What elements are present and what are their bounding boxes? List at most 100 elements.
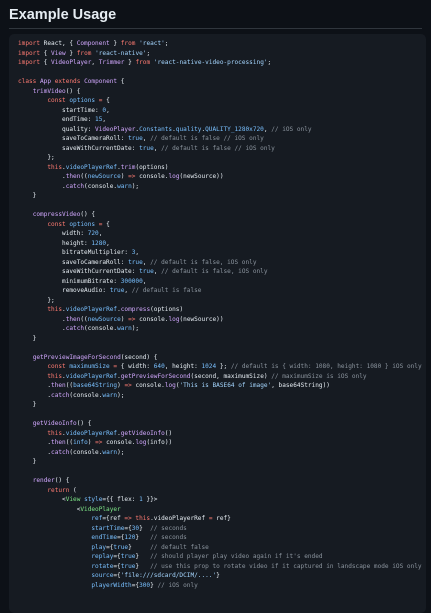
- code-token: // seconds: [150, 524, 187, 532]
- code-token: then: [51, 382, 66, 389]
- code-token: log: [164, 382, 176, 389]
- code-token: , height:: [164, 363, 202, 370]
- code-token: width:: [18, 230, 88, 237]
- code-token: // should player play video again if it'…: [150, 553, 323, 560]
- code-token: .: [18, 382, 52, 389]
- code-line: playerWidth={300} // iOS only: [18, 581, 422, 591]
- code-token: catch: [51, 448, 70, 456]
- code-token: play: [91, 543, 107, 551]
- code-token: ,: [124, 287, 132, 294]
- code-token: import: [18, 59, 41, 66]
- code-line: this.videoPlayerRef.trim(options): [18, 163, 422, 173]
- code-token: () {: [54, 477, 70, 484]
- code-block[interactable]: import React, { Component } from 'react'…: [9, 34, 426, 613]
- code-token: true: [113, 543, 129, 551]
- code-token: .: [18, 182, 66, 190]
- code-line: .catch(console.warn);: [18, 182, 422, 192]
- code-token: }: [135, 534, 151, 541]
- code-token: ((: [80, 315, 88, 323]
- code-line: render() {: [18, 476, 422, 486]
- code-token: ={: [113, 553, 121, 560]
- code-token: ;: [267, 59, 272, 66]
- code-line: };: [18, 153, 422, 163]
- code-token: 720: [87, 230, 99, 237]
- code-token: ((: [65, 439, 74, 446]
- code-token: warn: [117, 325, 132, 332]
- code-line: const maximumSize = { width: 640, height…: [18, 362, 422, 372]
- code-line: import { View } from 'react-native';: [18, 49, 422, 59]
- code-token: quality:: [18, 125, 96, 133]
- code-token: }: [109, 40, 121, 47]
- code-token: (console.: [69, 448, 103, 456]
- code-line: .catch(console.warn);: [18, 391, 422, 401]
- code-token: }: [139, 524, 151, 532]
- code-line: getPreviewImageForSecond(second) {: [18, 353, 422, 363]
- code-token: }: [135, 553, 151, 560]
- section-heading: Example Usage: [0, 0, 431, 34]
- code-token: }: [18, 334, 37, 342]
- code-token: }: [216, 572, 220, 579]
- code-token: 'react': [139, 40, 165, 47]
- code-token: ref}: [212, 515, 231, 522]
- code-token: QUALITY_1280x720: [205, 125, 264, 133]
- code-token: saveToCameraRoll:: [18, 135, 129, 142]
- code-token: 30: [131, 524, 140, 532]
- code-token: (: [69, 486, 77, 494]
- code-line: bitrateMultiplier: 3,: [18, 248, 422, 258]
- code-token: 640: [153, 363, 165, 370]
- code-token: const: [47, 363, 66, 370]
- code-token: console.: [102, 439, 136, 446]
- code-token: () {: [80, 211, 96, 218]
- code-token: saveWithCurrentDate:: [18, 144, 140, 152]
- code-line: .then((newSource) => console.log(newSour…: [18, 172, 422, 182]
- code-token: ((: [80, 173, 88, 180]
- code-token: const: [47, 220, 66, 228]
- code-token: videoPlayerRef: [65, 429, 118, 437]
- code-token: 300000: [120, 277, 143, 285]
- code-token: bitrateMultiplier:: [18, 249, 132, 256]
- code-token: rotate: [91, 562, 114, 570]
- code-token: .: [18, 448, 52, 456]
- code-token: ((: [65, 382, 74, 389]
- code-line: rotate={true} // use this prop to rotate…: [18, 562, 422, 572]
- code-token: true: [128, 135, 143, 142]
- code-token: 1280: [91, 239, 107, 247]
- code-token: {: [102, 97, 110, 104]
- code-line: saveToCameraRoll: true, // default is fa…: [18, 258, 422, 268]
- code-token: );: [131, 325, 140, 332]
- code-token: // default is { width: 1080, height: 108…: [230, 363, 422, 370]
- code-token: // default is false: [131, 287, 202, 294]
- code-token: (newSource)): [179, 315, 224, 323]
- code-token: ={: [131, 581, 140, 589]
- code-token: (console.: [84, 182, 118, 190]
- code-line: .catch(console.warn);: [18, 324, 422, 334]
- code-token: replay: [91, 553, 114, 560]
- code-token: playerWidth: [91, 581, 132, 589]
- code-line: trimVideo() {: [18, 87, 422, 97]
- code-line: .then((newSource) => console.log(newSour…: [18, 315, 422, 325]
- code-token: log: [168, 315, 180, 323]
- code-line: this.videoPlayerRef.getPreviewForSecond(…: [18, 372, 422, 382]
- code-token: 'react-native-video-processing': [153, 59, 268, 66]
- code-line: <VideoPlayer: [18, 505, 422, 515]
- code-token: true: [139, 144, 154, 152]
- code-token: View: [51, 49, 66, 57]
- code-token: removeAudio:: [18, 287, 110, 294]
- code-token: ,: [153, 268, 162, 275]
- code-token: endTime:: [18, 116, 96, 123]
- code-token: catch: [65, 325, 85, 332]
- code-token: 'file:///sdcard/DCIM/....': [120, 572, 217, 579]
- code-token: ,: [91, 59, 99, 66]
- code-line: ​: [18, 467, 422, 477]
- code-token: then: [65, 173, 81, 180]
